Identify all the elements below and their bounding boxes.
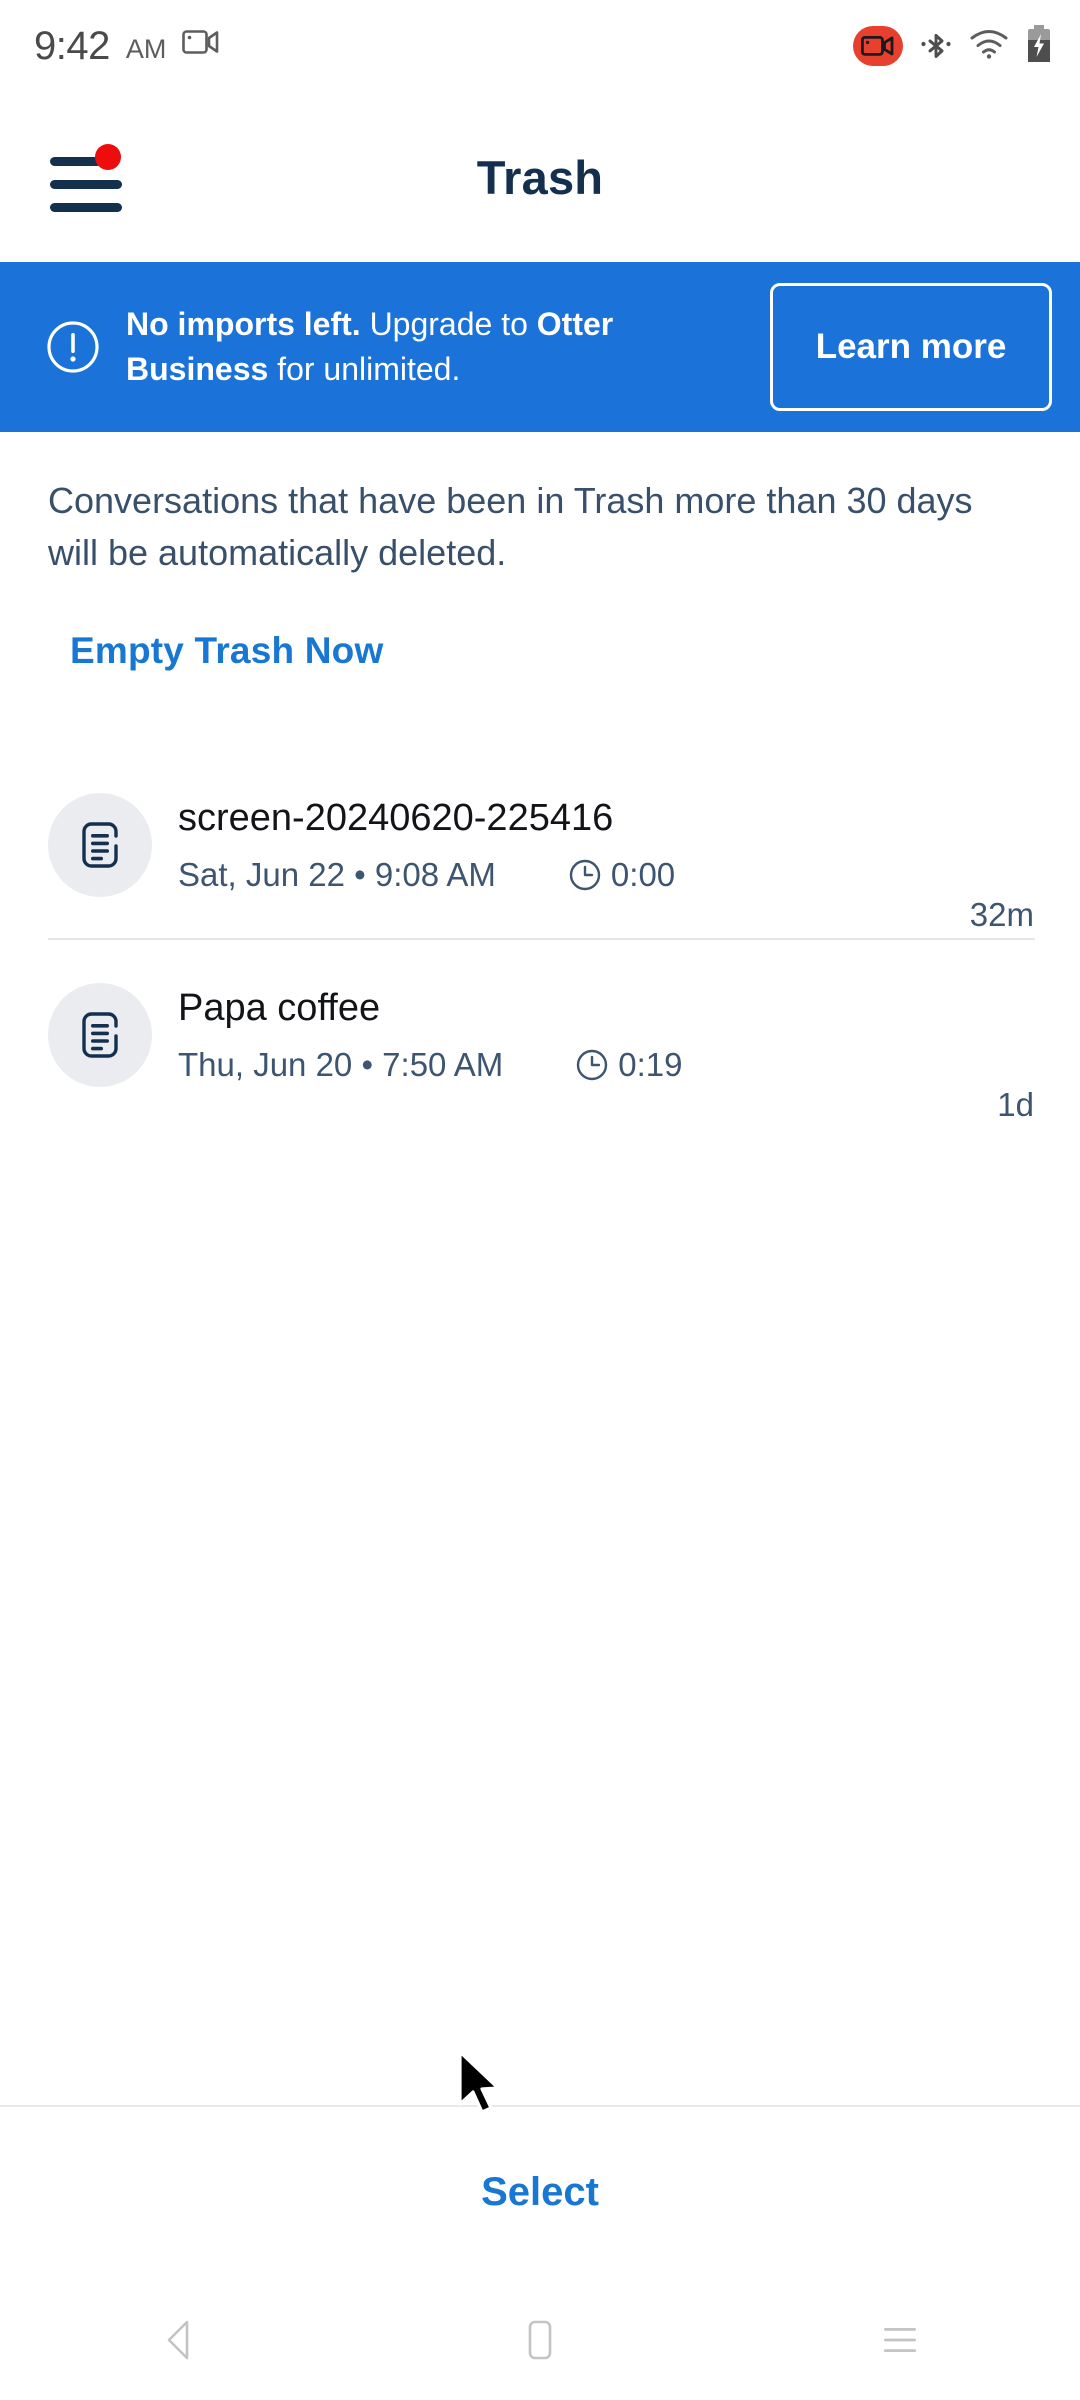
home-square-icon[interactable] [450,2280,630,2400]
app-bar: Trash [0,92,1080,262]
status-bar-right [853,24,1052,69]
status-bar: 9:42 AM [0,0,1080,92]
screen-record-icon [182,27,222,62]
banner-text-bold-1: No imports left. [126,305,361,342]
select-button[interactable]: Select [0,2105,1080,2280]
status-ampm: AM [125,34,167,64]
back-triangle-icon[interactable] [90,2280,270,2400]
document-lines-icon [48,793,152,897]
conversation-title: screen-20240620-225416 [178,797,614,840]
status-bar-left: 9:42 AM [34,26,222,66]
conversation-date: Sat, Jun 22 • 9:08 AM [178,855,496,893]
banner-message: No imports left. Upgrade to Otter Busine… [104,302,770,393]
status-time: 9:42 [34,24,110,68]
banner-text-normal-1: Upgrade to [360,305,537,342]
conversation-meta: Thu, Jun 20 • 7:50 AM 0:19 [178,1046,924,1084]
recording-badge-icon [853,26,903,66]
bluetooth-icon [920,25,952,68]
learn-more-button[interactable]: Learn more [770,283,1052,411]
clock-icon [575,1048,609,1082]
conversation-title: Papa coffee [178,987,381,1030]
upgrade-banner: No imports left. Upgrade to Otter Busine… [0,262,1080,432]
duration-value: 0:19 [618,1045,683,1083]
row-content: screen-20240620-225416 Sat, Jun 22 • 9:0… [178,796,924,894]
table-row[interactable]: Papa coffee Thu, Jun 20 • 7:50 AM 0:19 1… [0,940,1080,1130]
duration-value: 0:00 [610,855,676,893]
conversation-date: Thu, Jun 20 • 7:50 AM [178,1045,504,1083]
recents-lines-icon[interactable] [810,2280,990,2400]
table-row[interactable]: screen-20240620-225416 Sat, Jun 22 • 9:0… [0,750,1080,940]
wifi-icon [969,28,1009,65]
android-nav-bar [0,2280,1080,2400]
conversation-list: screen-20240620-225416 Sat, Jun 22 • 9:0… [0,750,1080,1130]
conversation-duration: 0:19 [575,1046,682,1084]
row-content: Papa coffee Thu, Jun 20 • 7:50 AM 0:19 [178,986,924,1084]
conversation-age: 32m [969,896,1034,933]
page-title: Trash [476,150,604,204]
conversation-duration: 0:00 [568,856,675,894]
conversation-age: 1d [997,1086,1034,1123]
battery-charging-icon [1026,24,1052,69]
phone-screen: 9:42 AM Trash No imports left. Upgrade t… [0,0,1080,2400]
alert-circle-icon [42,318,104,376]
document-lines-icon [48,983,152,1087]
conversation-meta: Sat, Jun 22 • 9:08 AM 0:00 [178,856,924,894]
banner-text-normal-2: for unlimited. [268,351,461,387]
clock-icon [568,858,602,892]
trash-description: Conversations that have been in Trash mo… [48,480,973,574]
empty-trash-now-button[interactable]: Empty Trash Now [70,630,383,672]
